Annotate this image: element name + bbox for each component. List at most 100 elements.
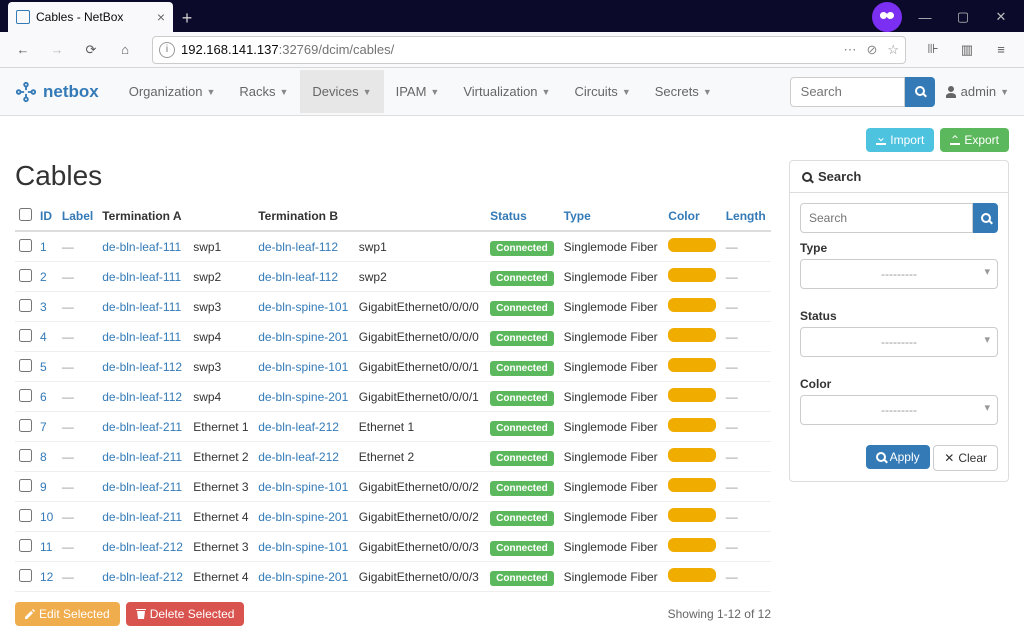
term-a-device-link[interactable]: de-bln-leaf-211 xyxy=(102,450,182,464)
term-a-device-link[interactable]: de-bln-leaf-111 xyxy=(102,240,181,254)
maximize-icon[interactable]: ▢ xyxy=(948,2,978,32)
cable-id-link[interactable]: 2 xyxy=(40,270,47,284)
term-b-device-link[interactable]: de-bln-spine-201 xyxy=(258,390,348,404)
col-label[interactable]: Label xyxy=(58,202,98,231)
close-window-icon[interactable]: ✕ xyxy=(986,2,1016,32)
term-b-device-link[interactable]: de-bln-leaf-212 xyxy=(258,420,339,434)
clear-button[interactable]: ✕ Clear xyxy=(933,445,998,471)
cable-id-link[interactable]: 9 xyxy=(40,480,47,494)
cable-id-link[interactable]: 6 xyxy=(40,390,47,404)
browser-titlebar: Cables - NetBox × + — ▢ ✕ xyxy=(0,0,1024,32)
term-b-device-link[interactable]: de-bln-spine-101 xyxy=(258,360,348,374)
term-a-device-link[interactable]: de-bln-leaf-212 xyxy=(102,570,183,584)
row-checkbox[interactable] xyxy=(19,269,32,282)
cable-id-link[interactable]: 5 xyxy=(40,360,47,374)
bookmark-icon[interactable]: ☆ xyxy=(887,42,899,58)
row-checkbox[interactable] xyxy=(19,239,32,252)
row-checkbox[interactable] xyxy=(19,299,32,312)
sidebar-icon[interactable]: ▥ xyxy=(952,35,982,65)
browser-tab[interactable]: Cables - NetBox × xyxy=(8,2,173,32)
term-a-device-link[interactable]: de-bln-leaf-112 xyxy=(102,360,182,374)
back-button[interactable]: ← xyxy=(8,35,38,65)
minimize-icon[interactable]: — xyxy=(910,2,940,32)
select-all-checkbox[interactable] xyxy=(19,208,32,221)
nav-item-devices[interactable]: Devices ▼ xyxy=(300,70,383,113)
term-a-device-link[interactable]: de-bln-leaf-211 xyxy=(102,420,182,434)
library-icon[interactable]: ⊪ xyxy=(918,35,948,65)
site-info-icon[interactable]: i xyxy=(159,42,175,58)
row-checkbox[interactable] xyxy=(19,329,32,342)
term-b-device-link[interactable]: de-bln-spine-101 xyxy=(258,480,348,494)
row-checkbox[interactable] xyxy=(19,419,32,432)
term-a-device-link[interactable]: de-bln-leaf-111 xyxy=(102,270,181,284)
term-b-interface: GigabitEthernet0/0/0/2 xyxy=(355,502,486,532)
cable-id-link[interactable]: 10 xyxy=(40,510,53,524)
cable-id-link[interactable]: 1 xyxy=(40,240,47,254)
term-a-device-link[interactable]: de-bln-leaf-112 xyxy=(102,390,182,404)
row-checkbox[interactable] xyxy=(19,479,32,492)
term-b-device-link[interactable]: de-bln-leaf-112 xyxy=(258,240,338,254)
new-tab-button[interactable]: + xyxy=(173,4,201,32)
global-search-button[interactable] xyxy=(905,77,935,107)
apply-button[interactable]: Apply xyxy=(866,445,930,469)
term-b-device-link[interactable]: de-bln-leaf-112 xyxy=(258,270,338,284)
col-id[interactable]: ID xyxy=(36,202,58,231)
cable-id-link[interactable]: 4 xyxy=(40,330,47,344)
cable-id-link[interactable]: 3 xyxy=(40,300,47,314)
col-status[interactable]: Status xyxy=(486,202,560,231)
home-button[interactable]: ⌂ xyxy=(110,35,140,65)
row-checkbox[interactable] xyxy=(19,359,32,372)
status-select[interactable]: --------- xyxy=(800,327,998,357)
row-checkbox[interactable] xyxy=(19,449,32,462)
cable-id-link[interactable]: 8 xyxy=(40,450,47,464)
status-badge: Connected xyxy=(490,271,554,286)
term-a-device-link[interactable]: de-bln-leaf-111 xyxy=(102,330,181,344)
term-b-device-link[interactable]: de-bln-spine-201 xyxy=(258,510,348,524)
nav-item-organization[interactable]: Organization ▼ xyxy=(117,70,228,113)
nav-item-racks[interactable]: Racks ▼ xyxy=(227,70,300,113)
term-a-device-link[interactable]: de-bln-leaf-111 xyxy=(102,300,181,314)
user-menu[interactable]: admin ▼ xyxy=(945,84,1009,99)
term-b-device-link[interactable]: de-bln-spine-201 xyxy=(258,570,348,584)
nav-item-virtualization[interactable]: Virtualization ▼ xyxy=(451,70,562,113)
menu-icon[interactable]: ≡ xyxy=(986,35,1016,65)
url-bar[interactable]: i 192.168.141.137:32769/dcim/cables/ ⋯ ⊘… xyxy=(152,36,906,64)
col-type[interactable]: Type xyxy=(560,202,665,231)
reload-button[interactable]: ⟳ xyxy=(76,35,106,65)
global-search-input[interactable] xyxy=(790,77,905,107)
import-button[interactable]: Import xyxy=(866,128,934,152)
cable-id-link[interactable]: 12 xyxy=(40,570,53,584)
cable-id-link[interactable]: 11 xyxy=(40,540,52,554)
term-a-device-link[interactable]: de-bln-leaf-212 xyxy=(102,540,183,554)
reader-mode-icon[interactable]: ⊘ xyxy=(866,42,877,58)
edit-selected-button[interactable]: Edit Selected xyxy=(15,602,120,626)
term-a-device-link[interactable]: de-bln-leaf-211 xyxy=(102,510,182,524)
cell-type: Singlemode Fiber xyxy=(560,562,665,592)
row-checkbox[interactable] xyxy=(19,509,32,522)
table-row: 1—de-bln-leaf-111swp1de-bln-leaf-112swp1… xyxy=(15,231,771,262)
col-color[interactable]: Color xyxy=(664,202,721,231)
row-checkbox[interactable] xyxy=(19,569,32,582)
export-button[interactable]: Export xyxy=(940,128,1009,152)
nav-item-secrets[interactable]: Secrets ▼ xyxy=(643,70,724,113)
panel-search-button[interactable] xyxy=(973,203,998,233)
nav-item-ipam[interactable]: IPAM ▼ xyxy=(384,70,452,113)
cell-type: Singlemode Fiber xyxy=(560,292,665,322)
col-length[interactable]: Length xyxy=(722,202,771,231)
row-checkbox[interactable] xyxy=(19,539,32,552)
term-b-device-link[interactable]: de-bln-spine-201 xyxy=(258,330,348,344)
type-select[interactable]: --------- xyxy=(800,259,998,289)
cable-id-link[interactable]: 7 xyxy=(40,420,47,434)
color-select[interactable]: --------- xyxy=(800,395,998,425)
logo[interactable]: netbox xyxy=(15,81,99,103)
color-swatch xyxy=(668,418,716,432)
panel-search-input[interactable] xyxy=(800,203,973,233)
nav-item-circuits[interactable]: Circuits ▼ xyxy=(562,70,642,113)
term-b-device-link[interactable]: de-bln-spine-101 xyxy=(258,300,348,314)
close-tab-icon[interactable]: × xyxy=(157,9,165,25)
delete-selected-button[interactable]: Delete Selected xyxy=(126,602,245,626)
term-b-device-link[interactable]: de-bln-leaf-212 xyxy=(258,450,339,464)
term-b-device-link[interactable]: de-bln-spine-101 xyxy=(258,540,348,554)
term-a-device-link[interactable]: de-bln-leaf-211 xyxy=(102,480,182,494)
row-checkbox[interactable] xyxy=(19,389,32,402)
